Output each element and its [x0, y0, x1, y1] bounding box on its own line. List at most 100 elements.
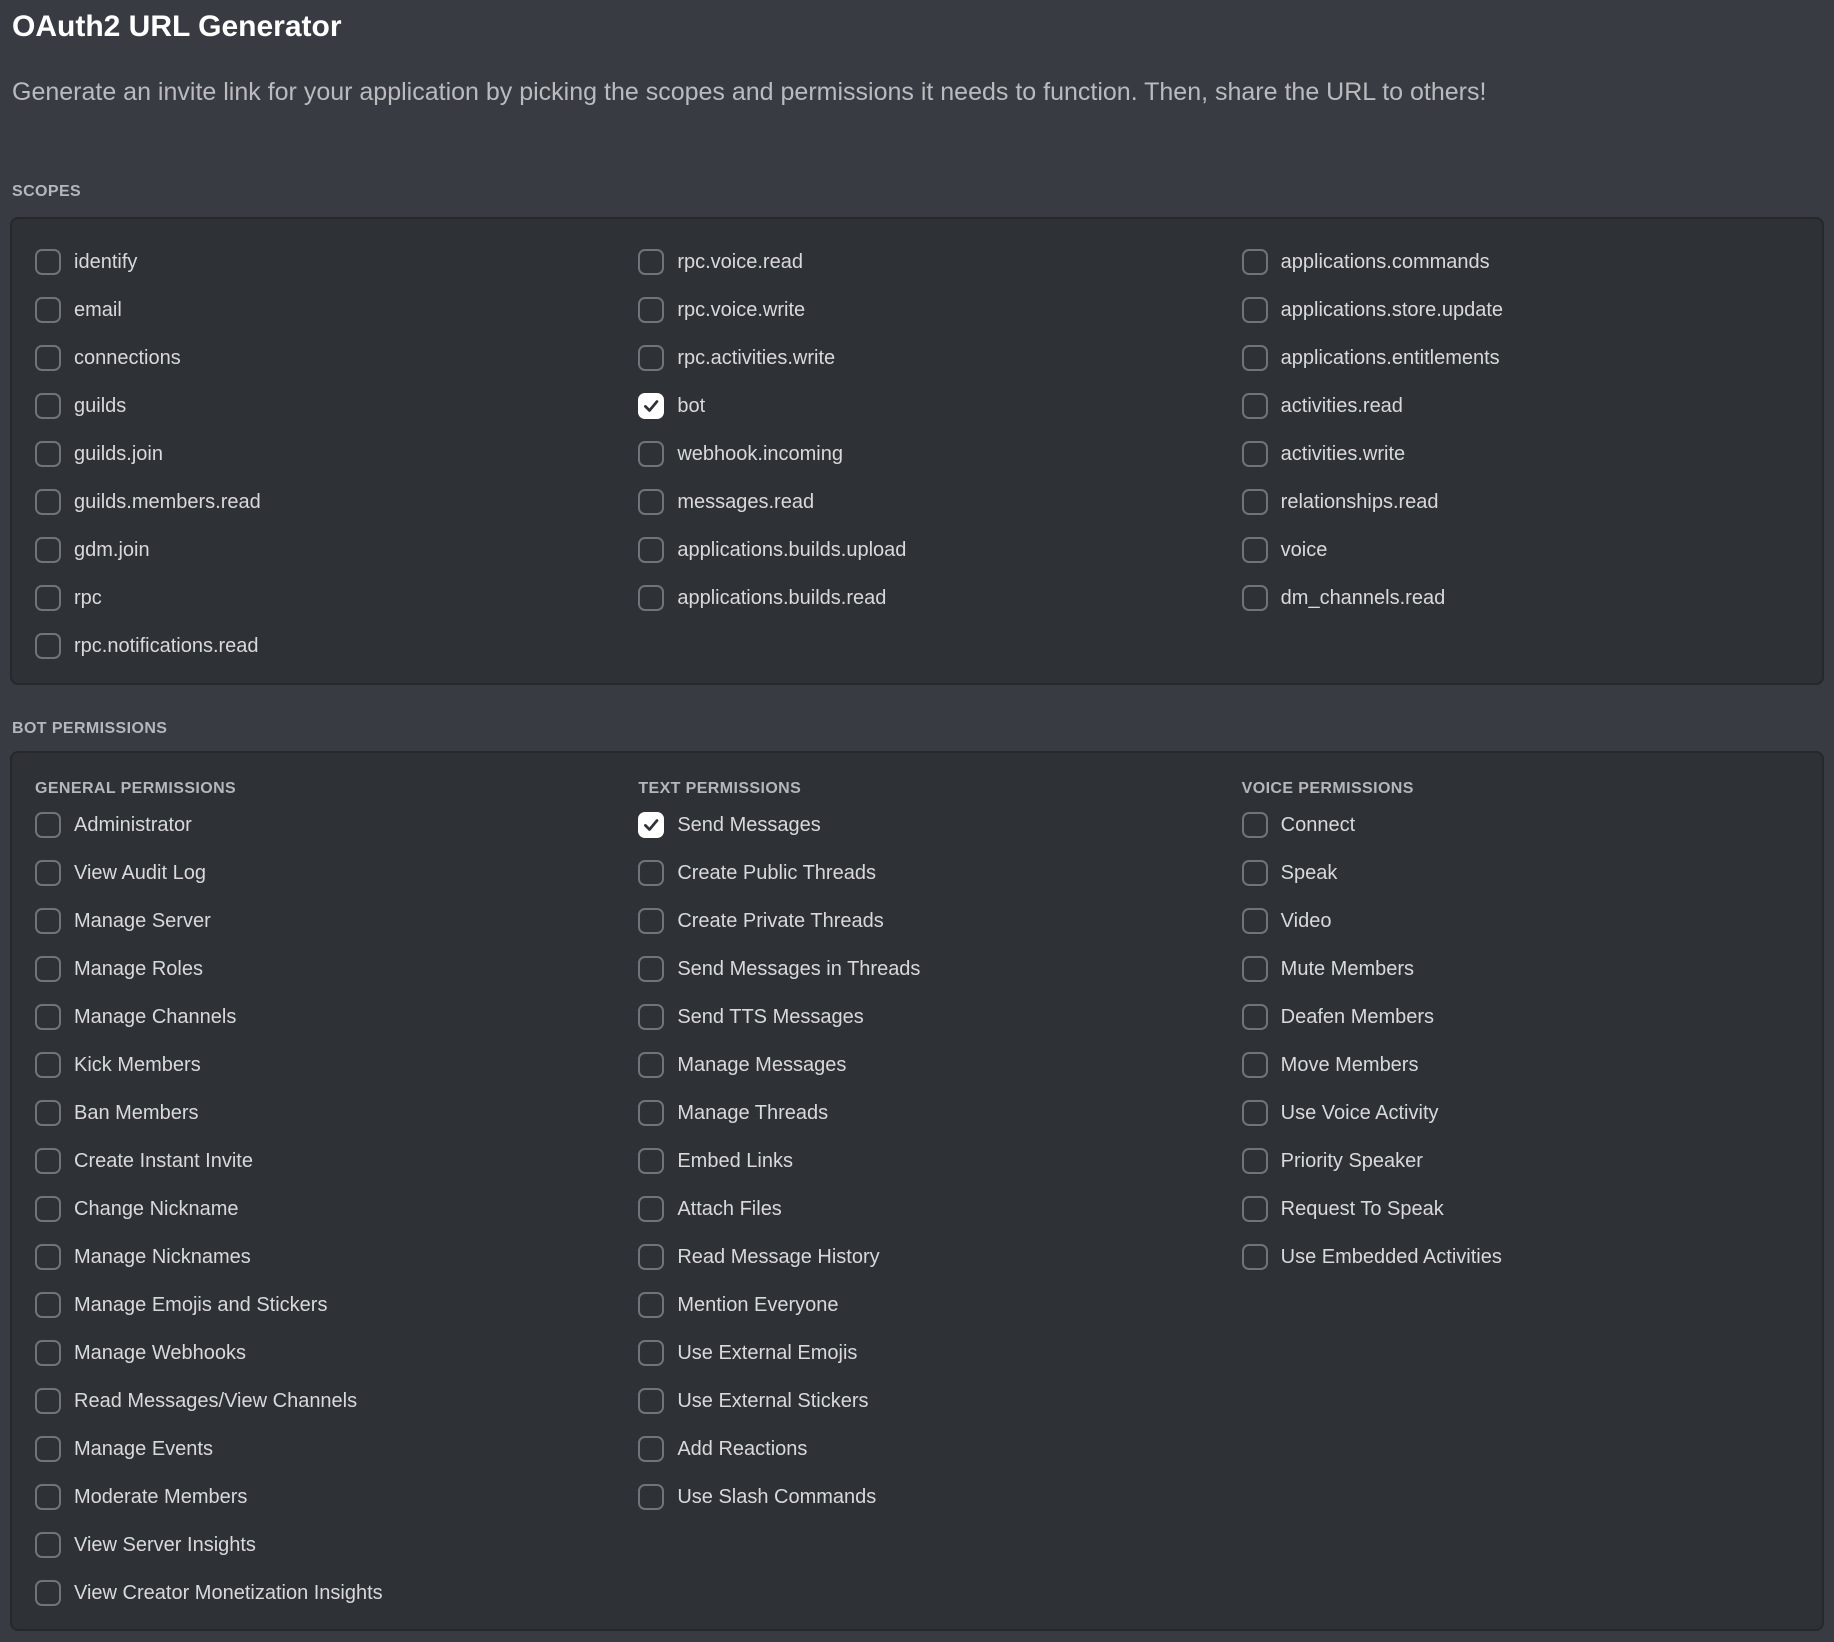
use-voice-activity-checkbox[interactable] [1242, 1100, 1268, 1126]
add-reactions-row[interactable]: Add Reactions [638, 1425, 1218, 1473]
rpc-activities-write-row[interactable]: rpc.activities.write [638, 334, 1218, 382]
messages-read-row[interactable]: messages.read [638, 478, 1218, 526]
send-tts-messages-checkbox[interactable] [638, 1004, 664, 1030]
guilds-join-row[interactable]: guilds.join [35, 430, 615, 478]
bot-checkbox[interactable] [638, 393, 664, 419]
manage-nicknames-row[interactable]: Manage Nicknames [35, 1233, 615, 1281]
manage-server-row[interactable]: Manage Server [35, 897, 615, 945]
use-external-stickers-checkbox[interactable] [638, 1388, 664, 1414]
view-creator-monetization-insights-checkbox[interactable] [35, 1580, 61, 1606]
ban-members-row[interactable]: Ban Members [35, 1089, 615, 1137]
rpc-row[interactable]: rpc [35, 574, 615, 622]
rpc-notifications-read-checkbox[interactable] [35, 633, 61, 659]
change-nickname-checkbox[interactable] [35, 1196, 61, 1222]
embed-links-checkbox[interactable] [638, 1148, 664, 1174]
relationships-read-checkbox[interactable] [1242, 489, 1268, 515]
request-to-speak-row[interactable]: Request To Speak [1242, 1185, 1822, 1233]
identify-row[interactable]: identify [35, 238, 615, 286]
manage-webhooks-checkbox[interactable] [35, 1340, 61, 1366]
applications-builds-read-checkbox[interactable] [638, 585, 664, 611]
activities-read-checkbox[interactable] [1242, 393, 1268, 419]
rpc-voice-write-row[interactable]: rpc.voice.write [638, 286, 1218, 334]
applications-commands-row[interactable]: applications.commands [1242, 238, 1822, 286]
manage-webhooks-row[interactable]: Manage Webhooks [35, 1329, 615, 1377]
ban-members-checkbox[interactable] [35, 1100, 61, 1126]
video-row[interactable]: Video [1242, 897, 1822, 945]
applications-entitlements-row[interactable]: applications.entitlements [1242, 334, 1822, 382]
manage-threads-row[interactable]: Manage Threads [638, 1089, 1218, 1137]
manage-roles-checkbox[interactable] [35, 956, 61, 982]
video-checkbox[interactable] [1242, 908, 1268, 934]
rpc-checkbox[interactable] [35, 585, 61, 611]
use-external-emojis-checkbox[interactable] [638, 1340, 664, 1366]
create-instant-invite-row[interactable]: Create Instant Invite [35, 1137, 615, 1185]
applications-builds-upload-row[interactable]: applications.builds.upload [638, 526, 1218, 574]
webhook-incoming-row[interactable]: webhook.incoming [638, 430, 1218, 478]
voice-checkbox[interactable] [1242, 537, 1268, 563]
relationships-read-row[interactable]: relationships.read [1242, 478, 1822, 526]
manage-channels-row[interactable]: Manage Channels [35, 993, 615, 1041]
use-external-stickers-row[interactable]: Use External Stickers [638, 1377, 1218, 1425]
email-checkbox[interactable] [35, 297, 61, 323]
mute-members-checkbox[interactable] [1242, 956, 1268, 982]
use-slash-commands-checkbox[interactable] [638, 1484, 664, 1510]
send-messages-in-threads-row[interactable]: Send Messages in Threads [638, 945, 1218, 993]
activities-write-row[interactable]: activities.write [1242, 430, 1822, 478]
applications-store-update-checkbox[interactable] [1242, 297, 1268, 323]
kick-members-row[interactable]: Kick Members [35, 1041, 615, 1089]
manage-channels-checkbox[interactable] [35, 1004, 61, 1030]
rpc-notifications-read-row[interactable]: rpc.notifications.read [35, 622, 615, 670]
manage-emojis-and-stickers-checkbox[interactable] [35, 1292, 61, 1318]
bot-row[interactable]: bot [638, 382, 1218, 430]
guilds-members-read-checkbox[interactable] [35, 489, 61, 515]
embed-links-row[interactable]: Embed Links [638, 1137, 1218, 1185]
move-members-checkbox[interactable] [1242, 1052, 1268, 1078]
administrator-row[interactable]: Administrator [35, 801, 615, 849]
manage-events-row[interactable]: Manage Events [35, 1425, 615, 1473]
rpc-voice-write-checkbox[interactable] [638, 297, 664, 323]
applications-entitlements-checkbox[interactable] [1242, 345, 1268, 371]
priority-speaker-checkbox[interactable] [1242, 1148, 1268, 1174]
manage-roles-row[interactable]: Manage Roles [35, 945, 615, 993]
read-message-history-row[interactable]: Read Message History [638, 1233, 1218, 1281]
manage-events-checkbox[interactable] [35, 1436, 61, 1462]
applications-builds-read-row[interactable]: applications.builds.read [638, 574, 1218, 622]
create-public-threads-checkbox[interactable] [638, 860, 664, 886]
messages-read-checkbox[interactable] [638, 489, 664, 515]
use-external-emojis-row[interactable]: Use External Emojis [638, 1329, 1218, 1377]
create-private-threads-checkbox[interactable] [638, 908, 664, 934]
guilds-checkbox[interactable] [35, 393, 61, 419]
read-message-history-checkbox[interactable] [638, 1244, 664, 1270]
dm-channels-read-row[interactable]: dm_channels.read [1242, 574, 1822, 622]
connections-row[interactable]: connections [35, 334, 615, 382]
rpc-activities-write-checkbox[interactable] [638, 345, 664, 371]
administrator-checkbox[interactable] [35, 812, 61, 838]
guilds-row[interactable]: guilds [35, 382, 615, 430]
view-audit-log-checkbox[interactable] [35, 860, 61, 886]
guilds-members-read-row[interactable]: guilds.members.read [35, 478, 615, 526]
gdm-join-checkbox[interactable] [35, 537, 61, 563]
moderate-members-checkbox[interactable] [35, 1484, 61, 1510]
use-slash-commands-row[interactable]: Use Slash Commands [638, 1473, 1218, 1521]
manage-messages-checkbox[interactable] [638, 1052, 664, 1078]
view-server-insights-row[interactable]: View Server Insights [35, 1521, 615, 1569]
use-embedded-activities-row[interactable]: Use Embedded Activities [1242, 1233, 1822, 1281]
request-to-speak-checkbox[interactable] [1242, 1196, 1268, 1222]
use-embedded-activities-checkbox[interactable] [1242, 1244, 1268, 1270]
use-voice-activity-row[interactable]: Use Voice Activity [1242, 1089, 1822, 1137]
applications-store-update-row[interactable]: applications.store.update [1242, 286, 1822, 334]
add-reactions-checkbox[interactable] [638, 1436, 664, 1462]
manage-messages-row[interactable]: Manage Messages [638, 1041, 1218, 1089]
send-messages-row[interactable]: Send Messages [638, 801, 1218, 849]
manage-emojis-and-stickers-row[interactable]: Manage Emojis and Stickers [35, 1281, 615, 1329]
attach-files-row[interactable]: Attach Files [638, 1185, 1218, 1233]
gdm-join-row[interactable]: gdm.join [35, 526, 615, 574]
create-instant-invite-checkbox[interactable] [35, 1148, 61, 1174]
mention-everyone-checkbox[interactable] [638, 1292, 664, 1318]
speak-row[interactable]: Speak [1242, 849, 1822, 897]
mention-everyone-row[interactable]: Mention Everyone [638, 1281, 1218, 1329]
applications-builds-upload-checkbox[interactable] [638, 537, 664, 563]
view-audit-log-row[interactable]: View Audit Log [35, 849, 615, 897]
view-creator-monetization-insights-row[interactable]: View Creator Monetization Insights [35, 1569, 615, 1617]
email-row[interactable]: email [35, 286, 615, 334]
